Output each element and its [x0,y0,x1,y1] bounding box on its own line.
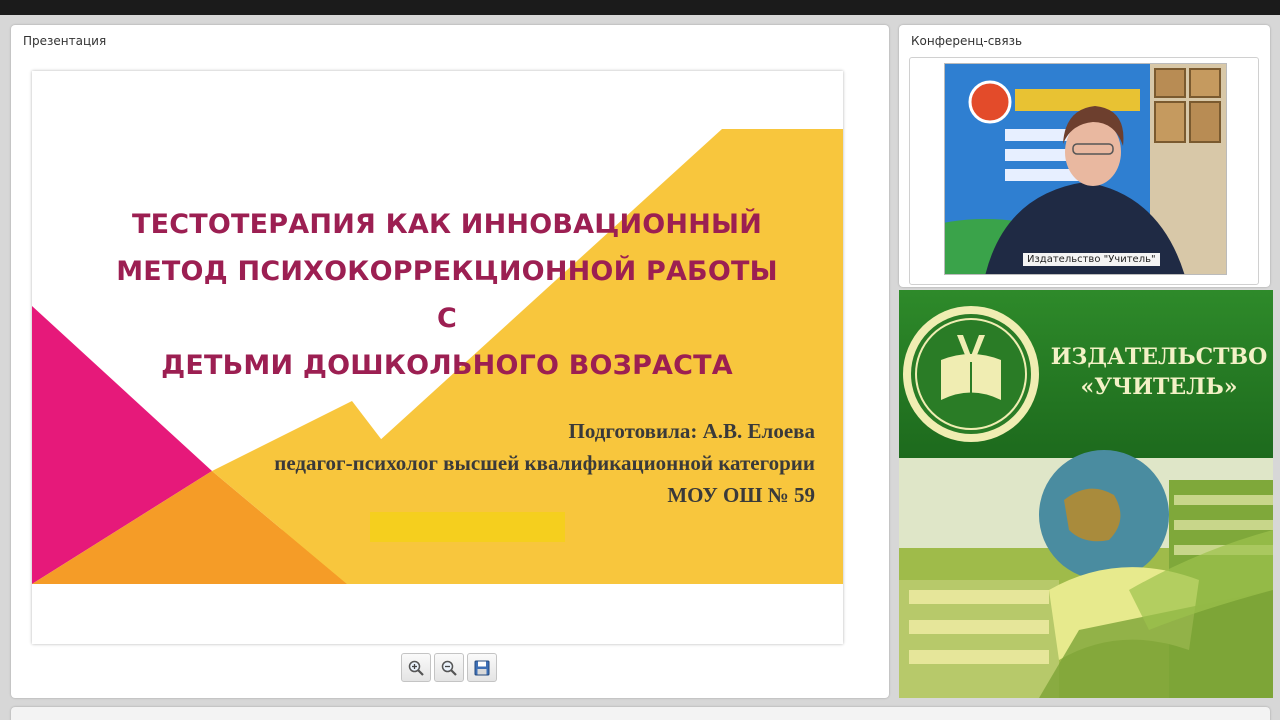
publisher-name-line: «УЧИТЕЛЬ» [1080,374,1238,400]
slide-title-line: ТЕСТОТЕРАПИЯ КАК ИННОВАЦИОННЫЙ [132,209,762,240]
conference-panel: Конференц-связь Издательство "Учитель" [899,25,1270,287]
slide-credits: Подготовила: А.В. Елоева педагог-психоло… [274,415,815,511]
video-feed[interactable]: Издательство "Учитель" [944,63,1227,275]
publisher-name: ИЗДАТЕЛЬСТВО «УЧИТЕЛЬ» [1049,342,1269,402]
zoom-in-button[interactable] [401,653,431,682]
presentation-toolbar [401,653,497,683]
save-button[interactable] [467,653,497,682]
video-feed-image [945,64,1226,274]
conference-panel-title: Конференц-связь [911,34,1023,48]
slide-title-line: МЕТОД ПСИХОКОРРЕКЦИОННОЙ РАБОТЫ С [116,256,778,334]
presentation-panel-title: Презентация [23,34,107,48]
slide-yellow-bar [370,512,565,542]
zoom-in-icon [408,660,424,676]
slide-school: МОУ ОШ № 59 [667,483,815,507]
save-icon [474,660,490,675]
presentation-panel: Презентация ТЕСТОТЕРАПИЯ КАК ИННОВАЦИОНН… [11,25,889,698]
slide-title-line: ДЕТЬМИ ДОШКОЛЬНОГО ВОЗРАСТА [161,350,733,381]
slide-title: ТЕСТОТЕРАПИЯ КАК ИННОВАЦИОННЫЙ МЕТОД ПСИ… [102,201,792,389]
publisher-name-line: ИЗДАТЕЛЬСТВО [1050,344,1268,370]
publisher-banner: ИЗДАТЕЛЬСТВО «УЧИТЕЛЬ» [899,290,1273,698]
top-bar [0,0,1280,15]
bottom-panel [11,707,1270,720]
video-caption: Издательство "Учитель" [1023,253,1160,266]
slide-author: Подготовила: А.В. Елоева [568,419,815,443]
presentation-slide: ТЕСТОТЕРАПИЯ КАК ИННОВАЦИОННЫЙ МЕТОД ПСИ… [32,71,843,644]
slide-author-position: педагог-психолог высшей квалификационной… [274,451,815,475]
zoom-out-icon [441,660,457,676]
zoom-out-button[interactable] [434,653,464,682]
